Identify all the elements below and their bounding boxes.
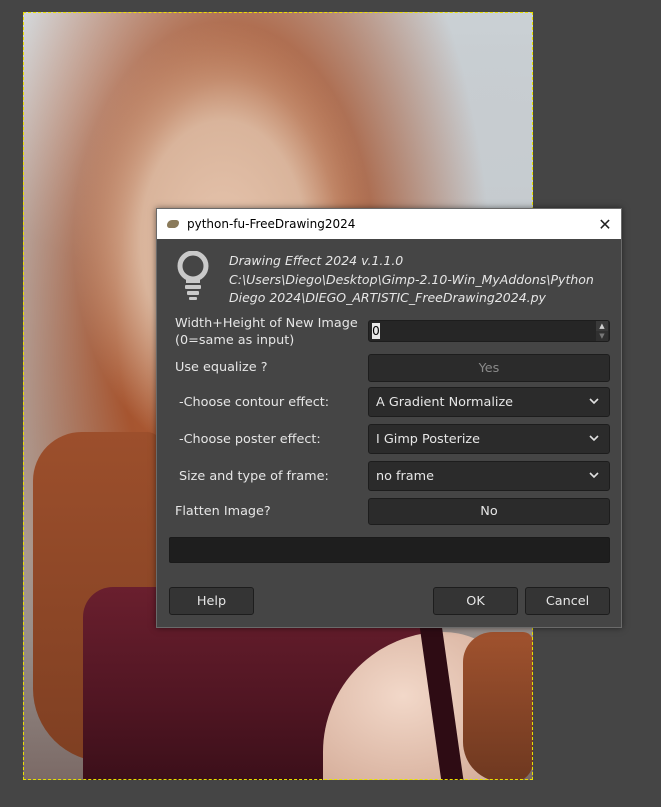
- frame-value: no frame: [376, 468, 434, 484]
- equalize-toggle[interactable]: Yes: [368, 354, 610, 382]
- close-button[interactable]: ✕: [593, 212, 617, 236]
- plugin-dialog: python-fu-FreeDrawing2024 ✕ Drawing Effe…: [156, 208, 622, 628]
- description-line: Diego 2024\DIEGO_ARTISTIC_FreeDrawing202…: [229, 290, 546, 305]
- poster-dropdown[interactable]: I Gimp Posterize: [368, 424, 610, 454]
- plugin-description: Drawing Effect 2024 v.1.1.0 C:\Users\Die…: [229, 252, 619, 308]
- spin-down-icon[interactable]: ▼: [596, 331, 608, 341]
- size-value[interactable]: 0: [372, 323, 380, 339]
- image-hair-right-region: [463, 632, 533, 780]
- ok-button[interactable]: OK: [433, 587, 518, 615]
- spin-up-icon[interactable]: ▲: [596, 321, 608, 331]
- progress-bar: [169, 537, 610, 563]
- chevron-down-icon: [589, 398, 599, 405]
- chevron-down-icon: [589, 435, 599, 442]
- contour-dropdown[interactable]: A Gradient Normalize: [368, 387, 610, 417]
- poster-label: -Choose poster effect:: [179, 432, 321, 447]
- description-line: C:\Users\Diego\Desktop\Gimp-2.10-Win_MyA…: [229, 271, 594, 287]
- frame-label: Size and type of frame:: [179, 469, 329, 484]
- size-label-line2: (0=same as input): [175, 333, 295, 348]
- description-line: Drawing Effect 2024 v.1.1.0: [229, 253, 404, 268]
- help-button[interactable]: Help: [169, 587, 254, 615]
- poster-value: I Gimp Posterize: [376, 431, 481, 447]
- contour-label: -Choose contour effect:: [179, 395, 330, 410]
- dialog-header: Drawing Effect 2024 v.1.1.0 C:\Users\Die…: [157, 239, 621, 305]
- chevron-down-icon: [589, 472, 599, 479]
- flatten-toggle[interactable]: No: [368, 498, 610, 525]
- contour-value: A Gradient Normalize: [376, 394, 514, 410]
- dialog-titlebar[interactable]: python-fu-FreeDrawing2024 ✕: [157, 209, 621, 239]
- lightbulb-icon: [177, 251, 209, 300]
- equalize-label: Use equalize ?: [175, 360, 268, 375]
- gimp-icon: [167, 218, 181, 230]
- frame-dropdown[interactable]: no frame: [368, 461, 610, 491]
- dialog-title: python-fu-FreeDrawing2024: [187, 217, 356, 231]
- size-label-line1: Width+Height of New Image: [175, 316, 358, 331]
- flatten-label: Flatten Image?: [175, 504, 271, 519]
- cancel-button[interactable]: Cancel: [525, 587, 610, 615]
- size-spinbox[interactable]: 0 ▲ ▼: [368, 320, 610, 342]
